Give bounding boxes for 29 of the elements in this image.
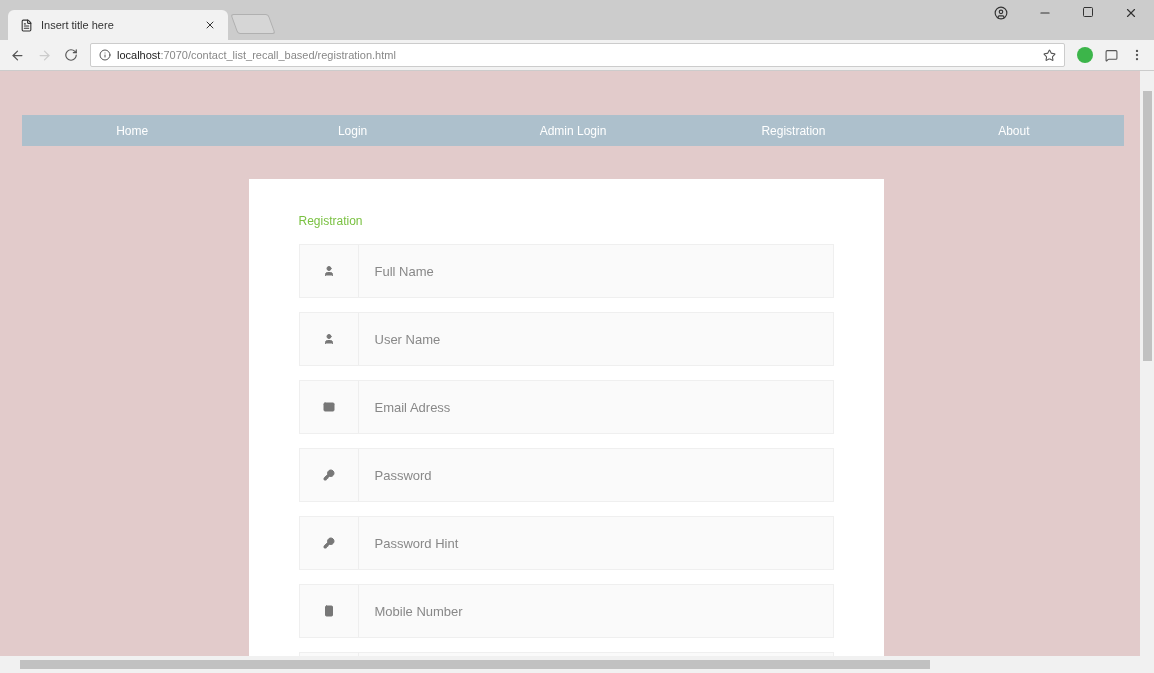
nav-link[interactable]: Registration — [683, 115, 904, 146]
bookmark-star-icon[interactable] — [1043, 48, 1056, 62]
key-icon — [322, 469, 335, 481]
browser-tab[interactable]: Insert title here — [8, 10, 228, 40]
vertical-scrollbar[interactable] — [1140, 71, 1154, 656]
address-bar[interactable]: localhost:7070/contact_list_recall_based/registration.html — [90, 43, 1065, 67]
close-icon[interactable] — [204, 19, 216, 31]
tab-title: Insert title here — [41, 19, 115, 31]
close-icon[interactable] — [1124, 6, 1138, 20]
key-icon — [322, 537, 335, 549]
nav-link[interactable]: Home — [22, 115, 243, 146]
envelope-icon — [322, 401, 335, 413]
page-icon — [20, 18, 33, 32]
nav-link[interactable]: Admin Login — [462, 115, 684, 146]
horizontal-scrollbar[interactable] — [0, 656, 1154, 673]
url-host: localhost — [117, 49, 161, 61]
url-path: :7070/contact_list_recall_based/registration.html — [160, 49, 397, 61]
mobile-phone-icon — [322, 605, 335, 617]
maximize-icon[interactable] — [1082, 6, 1094, 18]
nav-link[interactable]: About — [903, 115, 1125, 146]
profile-icon[interactable] — [994, 6, 1008, 20]
info-icon[interactable] — [99, 49, 111, 61]
reload-icon[interactable] — [64, 48, 78, 62]
person-icon — [322, 265, 335, 277]
person-icon — [322, 333, 335, 345]
extension-icon[interactable] — [1105, 48, 1118, 62]
form-title: Registration — [298, 214, 364, 228]
back-icon[interactable] — [10, 47, 25, 63]
nav-link[interactable]: Login — [242, 115, 463, 146]
